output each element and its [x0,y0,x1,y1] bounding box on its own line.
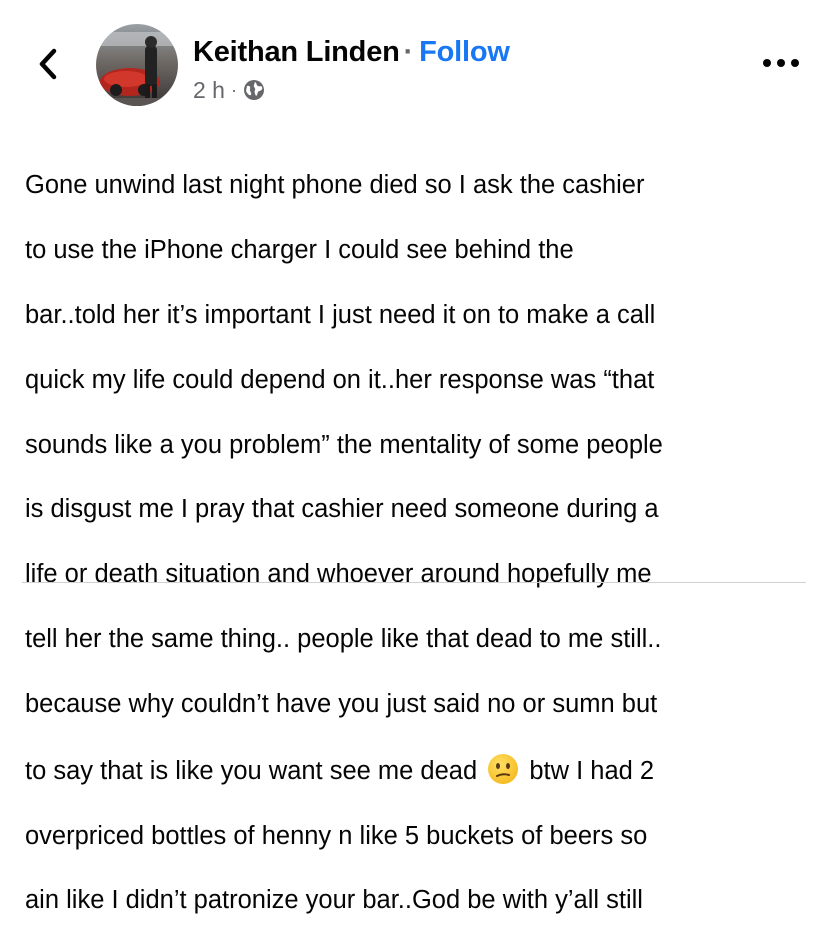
post-line: bar..told her it’s important I just need… [25,301,656,330]
post-header: Keithan Linden · Follow 2 h · [0,0,828,120]
more-options-button[interactable] [758,50,804,76]
post-line-with-emoji: to say that is like you want see me dead… [25,753,815,787]
post-line: is disgust me I pray that cashier need s… [25,495,659,524]
post-line: ain like I didn’t patronize your bar..Go… [25,886,643,915]
post-body: Gone unwind last night phone died so I a… [25,137,815,949]
post-line: overpriced bottles of henny n like 5 buc… [25,821,648,850]
chevron-left-icon [39,48,57,80]
avatar[interactable] [96,24,178,106]
author-line: Keithan Linden · Follow [193,34,510,70]
post-line: sounds like a you problem” the mentality… [25,430,663,459]
follow-button[interactable]: Follow [419,36,510,68]
post-line: because why couldn’t have you just said … [25,689,658,718]
confused-face-emoji [487,753,519,785]
name-separator: · [403,36,414,68]
globe-icon[interactable] [243,79,265,101]
back-button[interactable] [28,44,68,84]
author-name[interactable]: Keithan Linden [193,36,400,68]
avatar-photo [96,24,178,106]
meta-separator: · [230,80,237,100]
post-line: quick my life could depend on it..her re… [25,365,655,394]
post-line: life or death situation and whoever arou… [25,560,652,589]
post-text-after-emoji: btw I had 2 [522,756,655,785]
ellipsis-icon [763,59,799,67]
post-line: tell her the same thing.. people like th… [25,625,662,654]
divider [22,582,806,583]
post-meta: 2 h · [193,76,265,104]
post-line: Gone unwind last night phone died so I a… [25,171,645,200]
post-line: to use the iPhone charger I could see be… [25,236,574,265]
post-text-before-emoji: to say that is like you want see me dead [25,756,485,785]
timestamp[interactable]: 2 h [193,76,225,104]
